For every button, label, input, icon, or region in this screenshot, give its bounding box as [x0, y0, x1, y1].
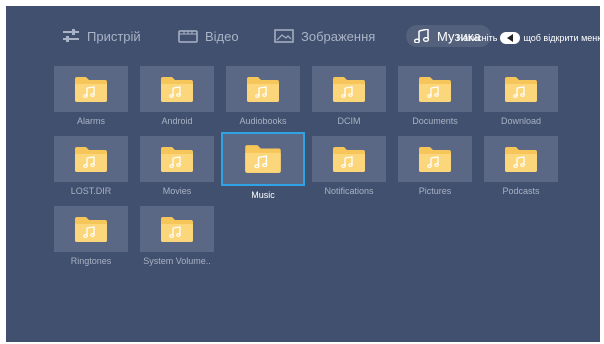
film-icon [178, 30, 198, 43]
folder-label: Android [161, 116, 193, 126]
folder-label: Audiobooks [239, 116, 287, 126]
folder-thumbnail [226, 66, 300, 112]
folder-item[interactable]: Ringtones [54, 206, 128, 276]
tab-video-label: Відео [205, 28, 239, 44]
folder-icon [333, 146, 365, 172]
image-icon [274, 29, 294, 43]
folder-thumbnail [140, 206, 214, 252]
folder-item[interactable]: Pictures [398, 136, 472, 206]
folder-thumbnail [312, 136, 386, 182]
menu-hint-before: Натисніть [456, 33, 498, 43]
tab-video[interactable]: Відео [178, 22, 239, 50]
folder-icon [75, 216, 107, 242]
folder-item[interactable]: Audiobooks [226, 66, 300, 136]
folder-item[interactable]: System Volume.. [140, 206, 214, 276]
category-tabs: Пристрій Відео Зображення Музика Натисні… [6, 22, 600, 50]
folder-label: LOST.DIR [70, 186, 112, 196]
folder-thumbnail [54, 66, 128, 112]
folder-icon [505, 76, 537, 102]
folder-icon [505, 146, 537, 172]
folder-icon [419, 76, 451, 102]
folder-thumbnail [484, 136, 558, 182]
folder-thumbnail [54, 206, 128, 252]
folder-label: Ringtones [70, 256, 112, 266]
folder-label: Podcasts [502, 186, 540, 196]
folder-label: Music [251, 190, 275, 200]
left-arrow-key-icon [500, 32, 521, 44]
folder-icon [245, 145, 281, 173]
tab-images-label: Зображення [301, 28, 376, 44]
folder-item[interactable]: Podcasts [484, 136, 558, 206]
folder-icon [75, 146, 107, 172]
folder-item[interactable]: Android [140, 66, 214, 136]
folder-item[interactable]: LOST.DIR [54, 136, 128, 206]
folder-thumbnail [398, 66, 472, 112]
music-note-icon [414, 29, 430, 43]
folder-item[interactable]: Movies [140, 136, 214, 206]
folder-label: Alarms [76, 116, 105, 126]
folder-label: Download [500, 116, 542, 126]
folder-thumbnail [140, 136, 214, 182]
folder-thumbnail [484, 66, 558, 112]
folder-icon [419, 146, 451, 172]
folder-icon [75, 76, 107, 102]
folder-icon [161, 76, 193, 102]
tab-device[interactable]: Пристрій [62, 22, 141, 50]
folder-label: Pictures [418, 186, 452, 196]
folder-item[interactable]: Alarms [54, 66, 128, 136]
folder-item[interactable]: Download [484, 66, 558, 136]
menu-hint: Натисніть щоб відкрити меню [457, 30, 600, 46]
tab-device-label: Пристрій [87, 28, 141, 44]
folder-label: Movies [162, 186, 192, 196]
tab-images[interactable]: Зображення [274, 22, 375, 50]
folder-icon [161, 216, 193, 242]
folder-label: Documents [412, 116, 458, 126]
folder-label: DCIM [337, 116, 361, 126]
folder-icon [247, 76, 279, 102]
sliders-icon [63, 29, 79, 42]
folder-thumbnail [398, 136, 472, 182]
folder-item[interactable]: DCIM [312, 66, 386, 136]
folder-thumbnail [221, 132, 305, 186]
folder-icon [333, 76, 365, 102]
folder-label: System Volume.. [143, 256, 211, 266]
music-browser-screen: Пристрій Відео Зображення Музика Натисні… [6, 6, 600, 342]
folder-icon [161, 146, 193, 172]
menu-hint-after: щоб відкрити меню [523, 33, 600, 43]
folder-thumbnail [140, 66, 214, 112]
folder-thumbnail [54, 136, 128, 182]
folder-thumbnail [312, 66, 386, 112]
folder-item[interactable]: Music [221, 132, 305, 206]
folder-item[interactable]: Documents [398, 66, 472, 136]
folder-item[interactable]: Notifications [312, 136, 386, 206]
folder-label: Notifications [324, 186, 374, 196]
